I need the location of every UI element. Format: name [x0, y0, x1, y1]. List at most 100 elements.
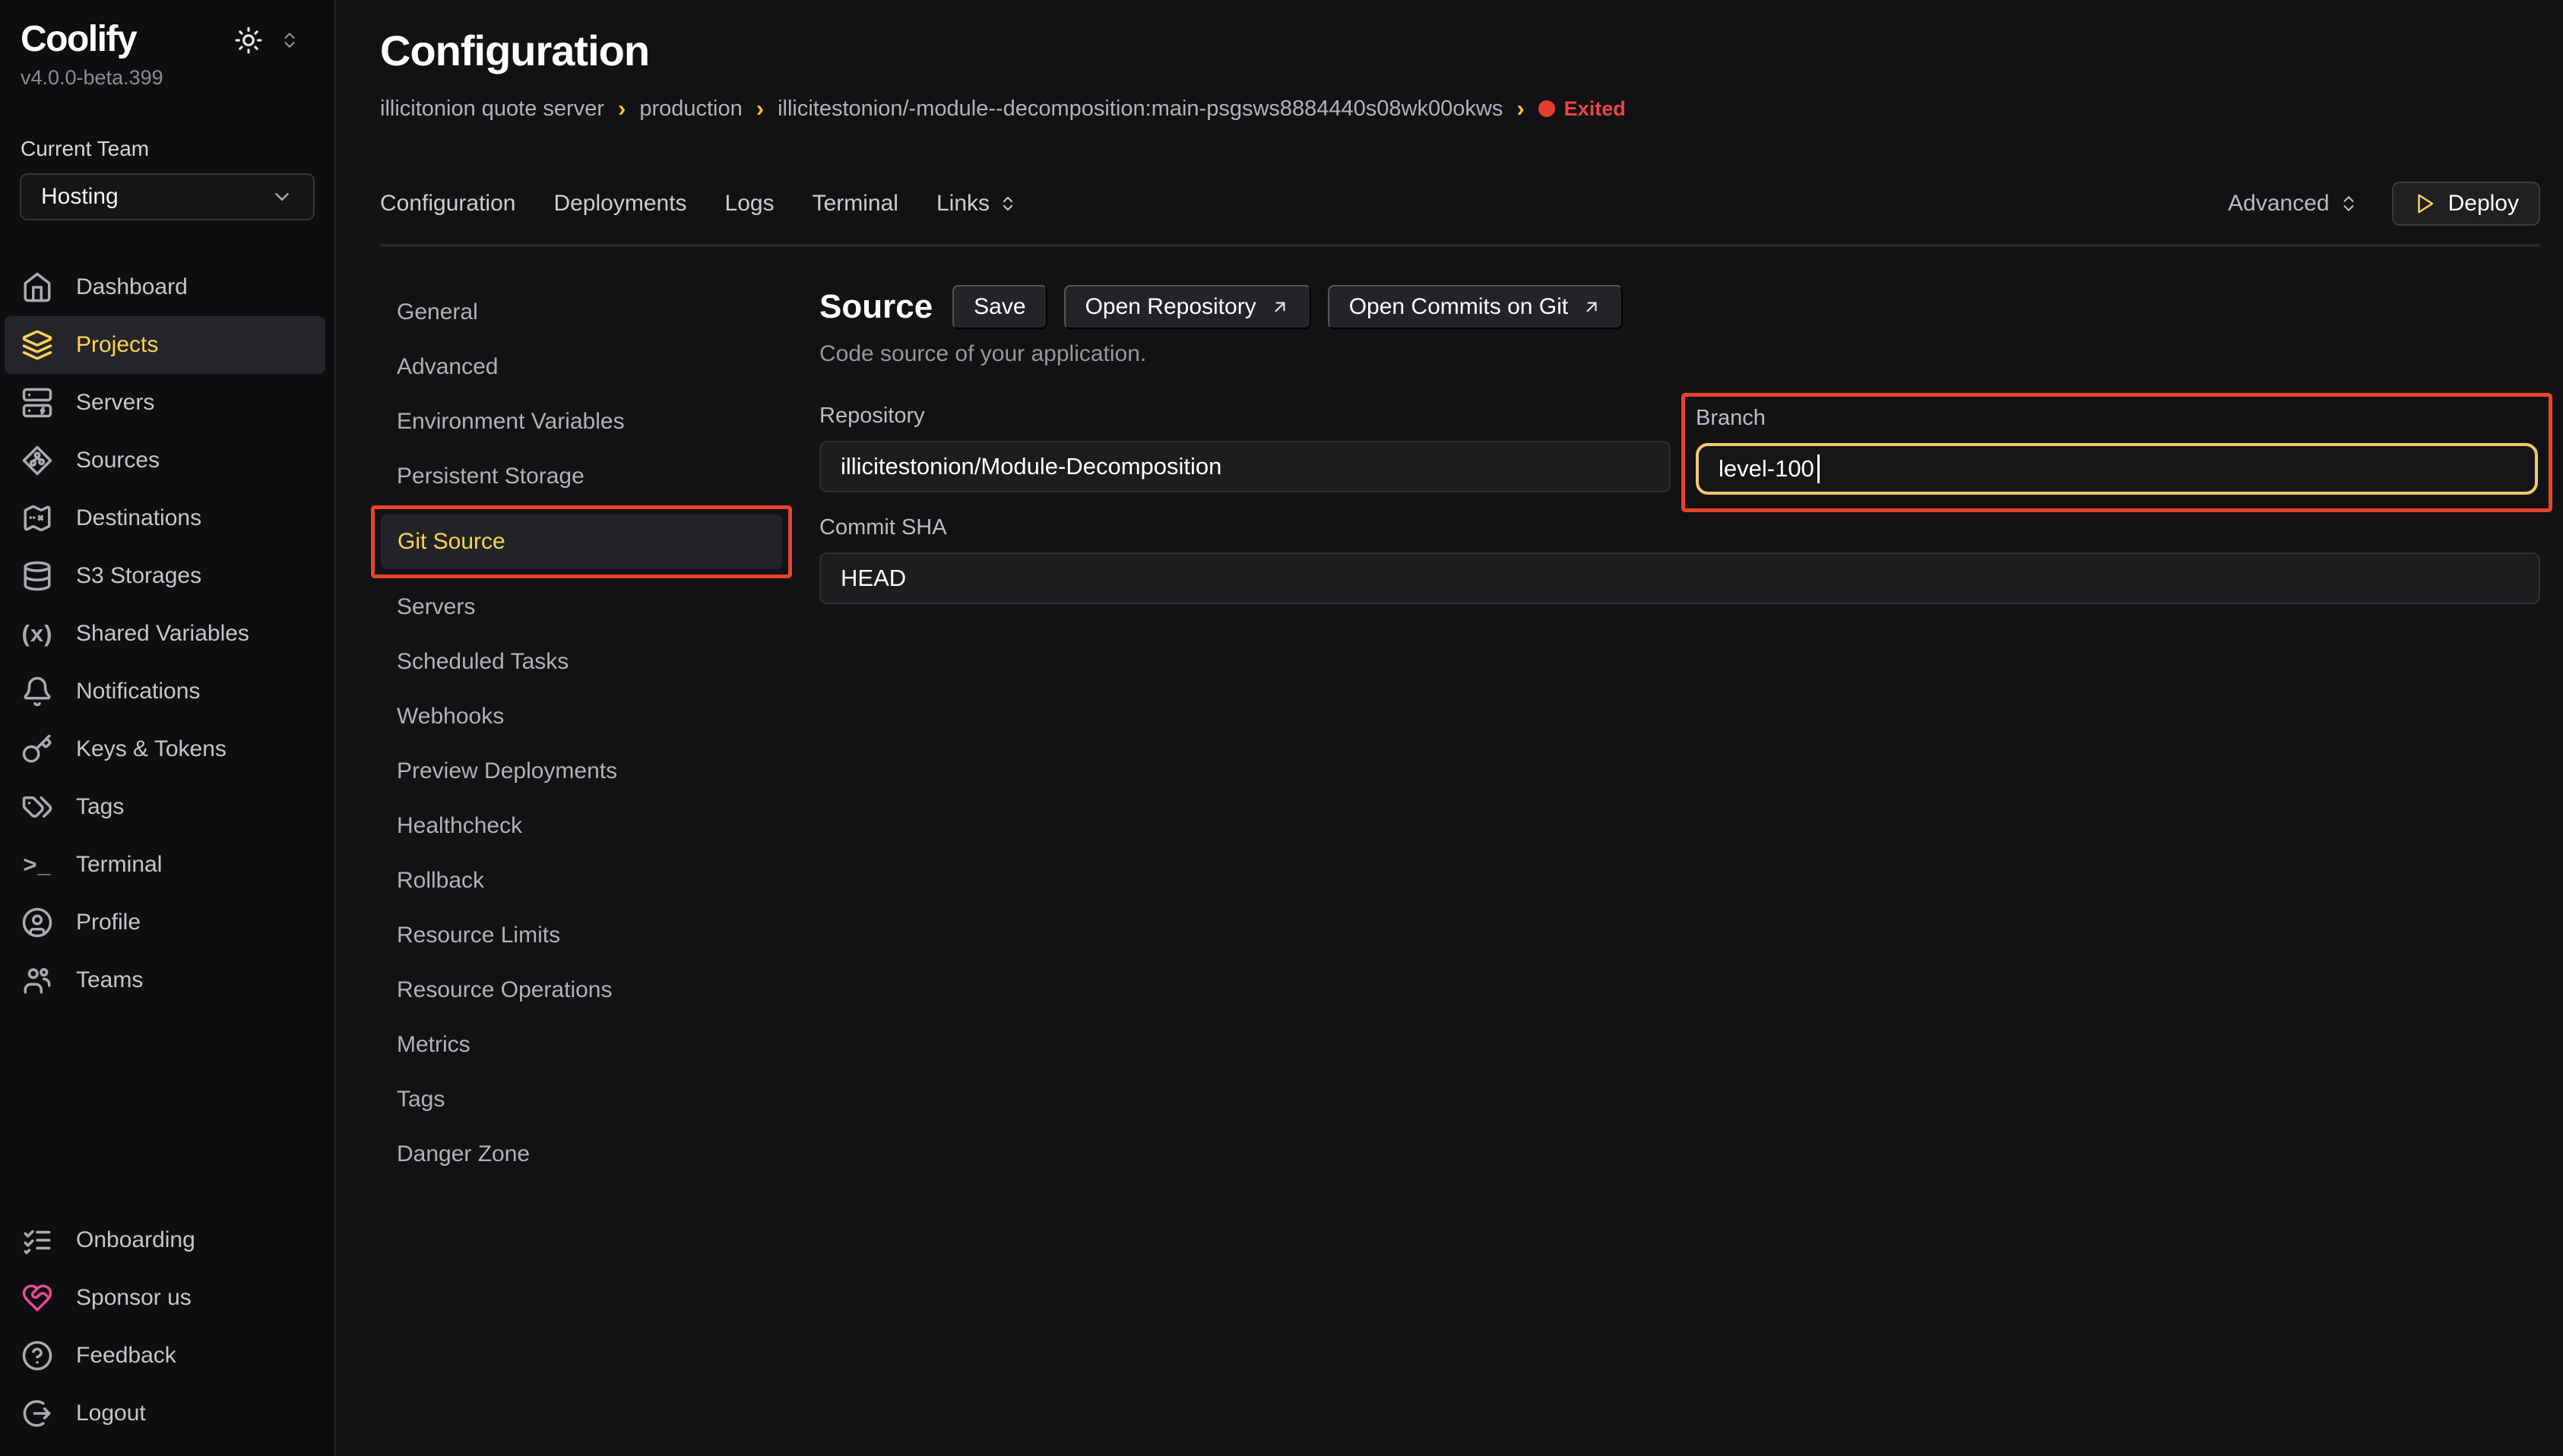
- branch-input[interactable]: level-100: [1696, 443, 2538, 495]
- breadcrumb-project[interactable]: illicitonion quote server: [380, 97, 604, 122]
- commit-sha-value: HEAD: [841, 565, 906, 592]
- repository-field: Repository illicitestonion/Module-Decomp…: [819, 404, 1671, 492]
- save-button[interactable]: Save: [952, 285, 1047, 329]
- subnav-item-healthcheck[interactable]: Healthcheck: [380, 799, 781, 853]
- sidebar-item-dashboard[interactable]: Dashboard: [5, 258, 325, 316]
- app-logo[interactable]: Coolify: [21, 20, 136, 60]
- repository-input[interactable]: illicitestonion/Module-Decomposition: [819, 441, 1671, 492]
- tags-icon: [21, 791, 53, 823]
- help-circle-icon: [21, 1340, 53, 1372]
- tab-links[interactable]: Links: [936, 191, 1017, 217]
- home-icon: [21, 271, 53, 303]
- subnav-item-tags[interactable]: Tags: [380, 1072, 781, 1127]
- breadcrumb: illicitonion quote server › production ›…: [380, 95, 2540, 122]
- status-badge: Exited: [1538, 97, 1626, 121]
- tab-terminal[interactable]: Terminal: [813, 191, 898, 217]
- app-version: v4.0.0-beta.399: [0, 66, 334, 90]
- sidebar-item-profile[interactable]: Profile: [5, 894, 325, 951]
- sidebar-item-label: Feedback: [76, 1343, 176, 1369]
- branch-field: Branch level-100: [1696, 406, 2538, 495]
- subnav-item-resource-limits[interactable]: Resource Limits: [380, 908, 781, 963]
- sidebar-item-terminal[interactable]: >_ Terminal: [5, 836, 325, 894]
- breadcrumb-application[interactable]: illicitestonion/-module--decomposition:m…: [778, 97, 1503, 122]
- logout-icon: [21, 1397, 53, 1429]
- annotation-box-branch: Branch level-100: [1681, 393, 2552, 512]
- tab-configuration[interactable]: Configuration: [380, 191, 515, 217]
- open-repository-button[interactable]: Open Repository: [1064, 285, 1311, 329]
- users-icon: [21, 964, 53, 996]
- subnav-item-webhooks[interactable]: Webhooks: [380, 689, 781, 744]
- sidebar-item-label: Tags: [76, 794, 124, 820]
- chevrons-up-down-icon: [999, 195, 1017, 213]
- commit-sha-field: Commit SHA HEAD: [819, 515, 2540, 604]
- subnav-item-danger-zone[interactable]: Danger Zone: [380, 1127, 781, 1182]
- source-subtitle: Code source of your application.: [819, 341, 2540, 367]
- sidebar-item-label: Sponsor us: [76, 1285, 192, 1311]
- deploy-button[interactable]: Deploy: [2392, 182, 2540, 226]
- chevron-down-icon: [271, 185, 293, 208]
- commit-sha-input[interactable]: HEAD: [819, 552, 2540, 604]
- sidebar-item-onboarding[interactable]: Onboarding: [5, 1211, 325, 1269]
- theme-toggle-sun-icon[interactable]: [234, 26, 263, 55]
- sidebar-item-logout[interactable]: Logout: [5, 1385, 325, 1442]
- subnav-item-metrics[interactable]: Metrics: [380, 1018, 781, 1072]
- database-icon: [21, 560, 53, 592]
- repository-value: illicitestonion/Module-Decomposition: [841, 453, 1221, 480]
- subnav-item-git-source[interactable]: Git Source: [381, 514, 782, 569]
- subnav-item-scheduled-tasks[interactable]: Scheduled Tasks: [380, 635, 781, 689]
- deploy-label: Deploy: [2448, 191, 2519, 217]
- open-repository-label: Open Repository: [1085, 294, 1256, 320]
- sidebar-item-label: Terminal: [76, 852, 162, 878]
- subnav-item-persistent-storage[interactable]: Persistent Storage: [380, 449, 781, 504]
- subnav-item-general[interactable]: General: [380, 285, 781, 340]
- team-select-value: Hosting: [41, 184, 119, 210]
- subnav-item-advanced[interactable]: Advanced: [380, 340, 781, 394]
- status-dot-icon: [1538, 100, 1555, 117]
- sidebar-nav: Dashboard Projects Servers Sources Desti…: [0, 258, 334, 1009]
- subnav-item-resource-operations[interactable]: Resource Operations: [380, 963, 781, 1018]
- chevron-right-icon: ›: [756, 95, 764, 122]
- sidebar-item-label: Onboarding: [76, 1227, 195, 1253]
- sidebar-item-destinations[interactable]: Destinations: [5, 489, 325, 547]
- sidebar-item-sources[interactable]: Sources: [5, 432, 325, 489]
- sidebar-item-feedback[interactable]: Feedback: [5, 1327, 325, 1385]
- sidebar-item-label: Projects: [76, 332, 158, 358]
- advanced-dropdown[interactable]: Advanced: [2228, 191, 2358, 217]
- sidebar-item-label: S3 Storages: [76, 563, 201, 589]
- team-select[interactable]: Hosting: [20, 173, 315, 220]
- sidebar-item-label: Teams: [76, 967, 143, 993]
- breadcrumb-environment[interactable]: production: [639, 97, 742, 122]
- tab-deployments[interactable]: Deployments: [553, 191, 686, 217]
- sidebar-item-sponsor-us[interactable]: Sponsor us: [5, 1269, 325, 1327]
- sidebar-footer-nav: Onboarding Sponsor us Feedback Logout: [0, 1211, 334, 1442]
- sidebar-item-label: Dashboard: [76, 274, 188, 300]
- open-commits-label: Open Commits on Git: [1349, 294, 1568, 320]
- tab-logs[interactable]: Logs: [725, 191, 775, 217]
- sidebar-item-projects[interactable]: Projects: [5, 316, 325, 374]
- chevron-right-icon: ›: [618, 95, 626, 122]
- sidebar-item-teams[interactable]: Teams: [5, 951, 325, 1009]
- sidebar-item-notifications[interactable]: Notifications: [5, 663, 325, 720]
- terminal-icon: >_: [21, 849, 53, 881]
- user-icon: [21, 907, 53, 938]
- current-team-label: Current Team: [0, 137, 334, 161]
- sidebar-item-label: Keys & Tokens: [76, 736, 227, 762]
- sidebar-item-servers[interactable]: Servers: [5, 374, 325, 432]
- sidebar-item-label: Notifications: [76, 679, 200, 704]
- source-panel: Source Save Open Repository Open Commits…: [781, 285, 2540, 604]
- sidebar-item-shared-variables[interactable]: (x) Shared Variables: [5, 605, 325, 663]
- checklist-icon: [21, 1224, 53, 1256]
- sidebar-item-tags[interactable]: Tags: [5, 778, 325, 836]
- open-commits-button[interactable]: Open Commits on Git: [1328, 285, 1623, 329]
- sidebar-item-label: Servers: [76, 390, 154, 416]
- subnav-item-servers[interactable]: Servers: [380, 580, 781, 635]
- layers-icon: [21, 329, 53, 361]
- sidebar-item-keys-tokens[interactable]: Keys & Tokens: [5, 720, 325, 778]
- sidebar-item-label: Profile: [76, 910, 141, 935]
- subnav-item-rollback[interactable]: Rollback: [380, 853, 781, 908]
- sidebar-item-s3-storages[interactable]: S3 Storages: [5, 547, 325, 605]
- subnav-item-preview-deployments[interactable]: Preview Deployments: [380, 744, 781, 799]
- theme-mode-chevrons-icon[interactable]: [280, 30, 299, 50]
- subnav-item-environment-variables[interactable]: Environment Variables: [380, 394, 781, 449]
- map-icon: [21, 502, 53, 534]
